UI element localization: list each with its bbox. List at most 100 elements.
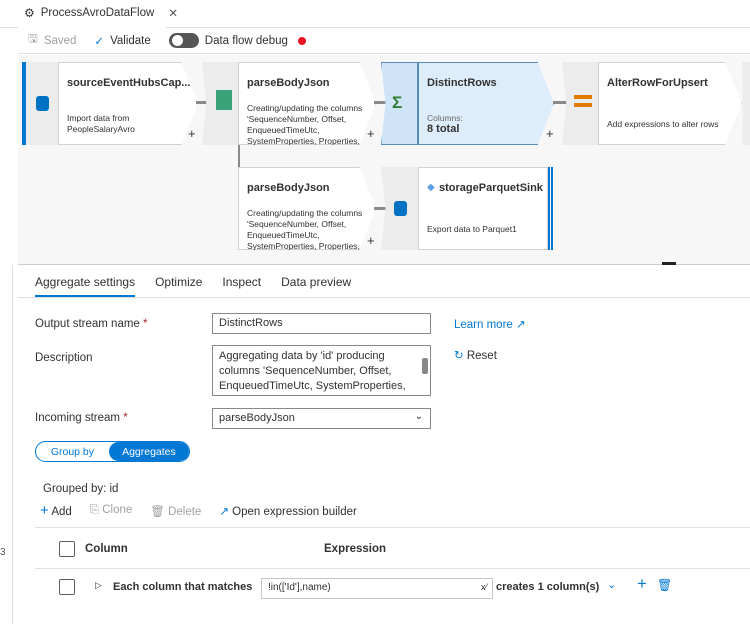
reset-text: Reset [466,350,497,362]
node-desc: Creating/updating the columns [247,103,363,113]
tab-processavrodataflow[interactable]: ⚙ ProcessAvroDataFlow ✕ [18,0,178,28]
check-icon: ✓ [94,35,105,48]
expression-value: !in(['Id'],name) [268,582,331,593]
node-source[interactable]: sourceEventHubsCap... Import data from P… [58,62,198,145]
clone-button[interactable]: ⎘ Clone [90,504,132,517]
expression-header: Expression [324,543,386,555]
panel-left-border [12,265,13,624]
node-title: parseBodyJson [247,77,330,89]
sigma-icon: Σ [392,93,403,112]
left-edge-text: 3 [0,547,6,558]
node-distinctrows[interactable]: DistinctRows Columns: 8 total [418,62,554,145]
saved-button[interactable]: Saved [44,35,77,47]
double-chevron-down-icon[interactable]: ⌄ [607,578,616,591]
grouped-by-text: Grouped by: id [43,483,119,495]
add-node-button[interactable]: + [188,126,196,141]
tab-inspect[interactable]: Inspect [222,275,261,297]
node-desc: 'SequenceNumber, Offset, [247,114,347,124]
node-desc: 'SequenceNumber, Offset, [247,219,347,229]
add-button[interactable]: + Add [40,502,72,519]
tab-optimize[interactable]: Optimize [155,275,202,297]
divider [35,527,750,528]
node-title: parseBodyJson [247,182,330,194]
match-expression-input[interactable]: !in(['Id'],name) x⁄ [261,578,493,599]
add-row-icon[interactable]: + [637,574,647,594]
add-node-button[interactable]: + [367,233,375,248]
next-node-partial [742,62,750,145]
open-expression-builder-button[interactable]: ↗ Open expression builder [219,504,357,518]
tab-data-preview[interactable]: Data preview [281,275,351,297]
sink-icon-box [381,167,418,250]
node-desc: Add expressions to alter rows [607,119,719,129]
validate-button[interactable]: Validate [110,35,151,47]
node-title: storageParquetSink [439,182,543,194]
reset-icon: ↻ [454,350,464,362]
node-desc: Creating/updating the columns [247,208,363,218]
expand-icon[interactable]: ▷ [95,580,102,591]
select-value: parseBodyJson [219,412,295,424]
node-title: AlterRowForUpsert [607,77,708,89]
actions-bar: + Add ⎘ Clone 🗑 Delete ↗ Open expression… [40,502,357,519]
node-desc: Export data to Parquet1 [427,224,517,234]
description-label: Description [35,352,93,364]
divider [18,297,750,298]
tab-aggregate-settings[interactable]: Aggregate settings [35,275,136,297]
database-icon [36,96,49,111]
external-link-icon: ↗ [516,319,526,331]
sink-selected-bar [548,167,553,250]
save-icon: 🖫 [28,33,38,45]
select-all-checkbox[interactable] [59,541,75,557]
output-stream-input[interactable]: DistinctRows [212,313,431,334]
textarea-scrollbar[interactable] [422,348,428,393]
column-header: Column [85,543,128,555]
resize-handle[interactable] [662,262,676,265]
source-icon-box [26,62,58,145]
description-textarea[interactable]: Aggregating data by 'id' producing colum… [212,345,431,396]
alterrow-icon [574,95,592,107]
debug-label: Data flow debug [204,34,288,47]
learn-more-link[interactable]: Learn more ↗ [454,317,526,331]
learn-more-text: Learn more [454,319,513,331]
tab-title: ProcessAvroDataFlow [40,7,155,19]
close-icon[interactable]: ✕ [168,6,178,20]
add-text: Add [51,506,72,518]
sink-database-icon [394,201,407,216]
label-text: Output stream name [35,318,140,330]
debug-toggle[interactable] [168,33,199,48]
delete-row-icon[interactable]: 🗑 [657,578,672,592]
node-sink[interactable]: storageParquetSink ◆ Export data to Parq… [418,167,548,250]
label-text: Incoming stream [35,412,121,424]
columns-value: 8 total [427,123,460,135]
node-desc: PeopleSalaryAvro [67,124,135,134]
external-link-icon: ↗ [219,505,229,518]
aggregates-option[interactable]: Aggregates [108,442,189,461]
node-desc: EnqueuedTimeUtc, [247,230,320,240]
connector [553,101,567,104]
node-title: sourceEventHubsCap... [67,77,191,89]
group-by-option[interactable]: Group by [36,442,109,461]
delete-text: Delete [168,505,202,518]
node-desc: Import data from [67,113,130,123]
clear-expression-icon[interactable]: x⁄ [481,582,487,592]
node-parse2[interactable]: parseBodyJson Creating/updating the colu… [238,167,376,250]
plus-icon: + [40,502,49,519]
incoming-stream-select[interactable]: parseBodyJson ⌄ [212,408,431,429]
creates-columns-text: creates 1 column(s) [496,581,600,593]
clone-text: Clone [102,504,133,516]
add-node-button[interactable]: + [367,126,375,141]
parquet-icon: ◆ [427,182,435,193]
add-node-button[interactable]: + [546,126,554,141]
dataflow-icon: ⚙ [24,6,35,20]
node-desc: EnqueuedTimeUtc, [247,125,320,135]
row-checkbox[interactable] [59,579,75,595]
pattern-label: Each column that matches [113,581,253,593]
aggregate-icon-box: Σ [381,62,418,145]
delete-button[interactable]: 🗑 Delete [150,504,201,518]
node-title: DistinctRows [427,77,497,89]
chevron-down-icon: ⌄ [414,411,423,422]
node-alterrow[interactable]: AlterRowForUpsert Add expressions to alt… [598,62,742,145]
reset-button[interactable]: ↻ Reset [454,348,497,362]
divider [35,568,750,569]
trash-icon: 🗑 [150,505,165,518]
node-parse1[interactable]: parseBodyJson Creating/updating the colu… [238,62,376,145]
